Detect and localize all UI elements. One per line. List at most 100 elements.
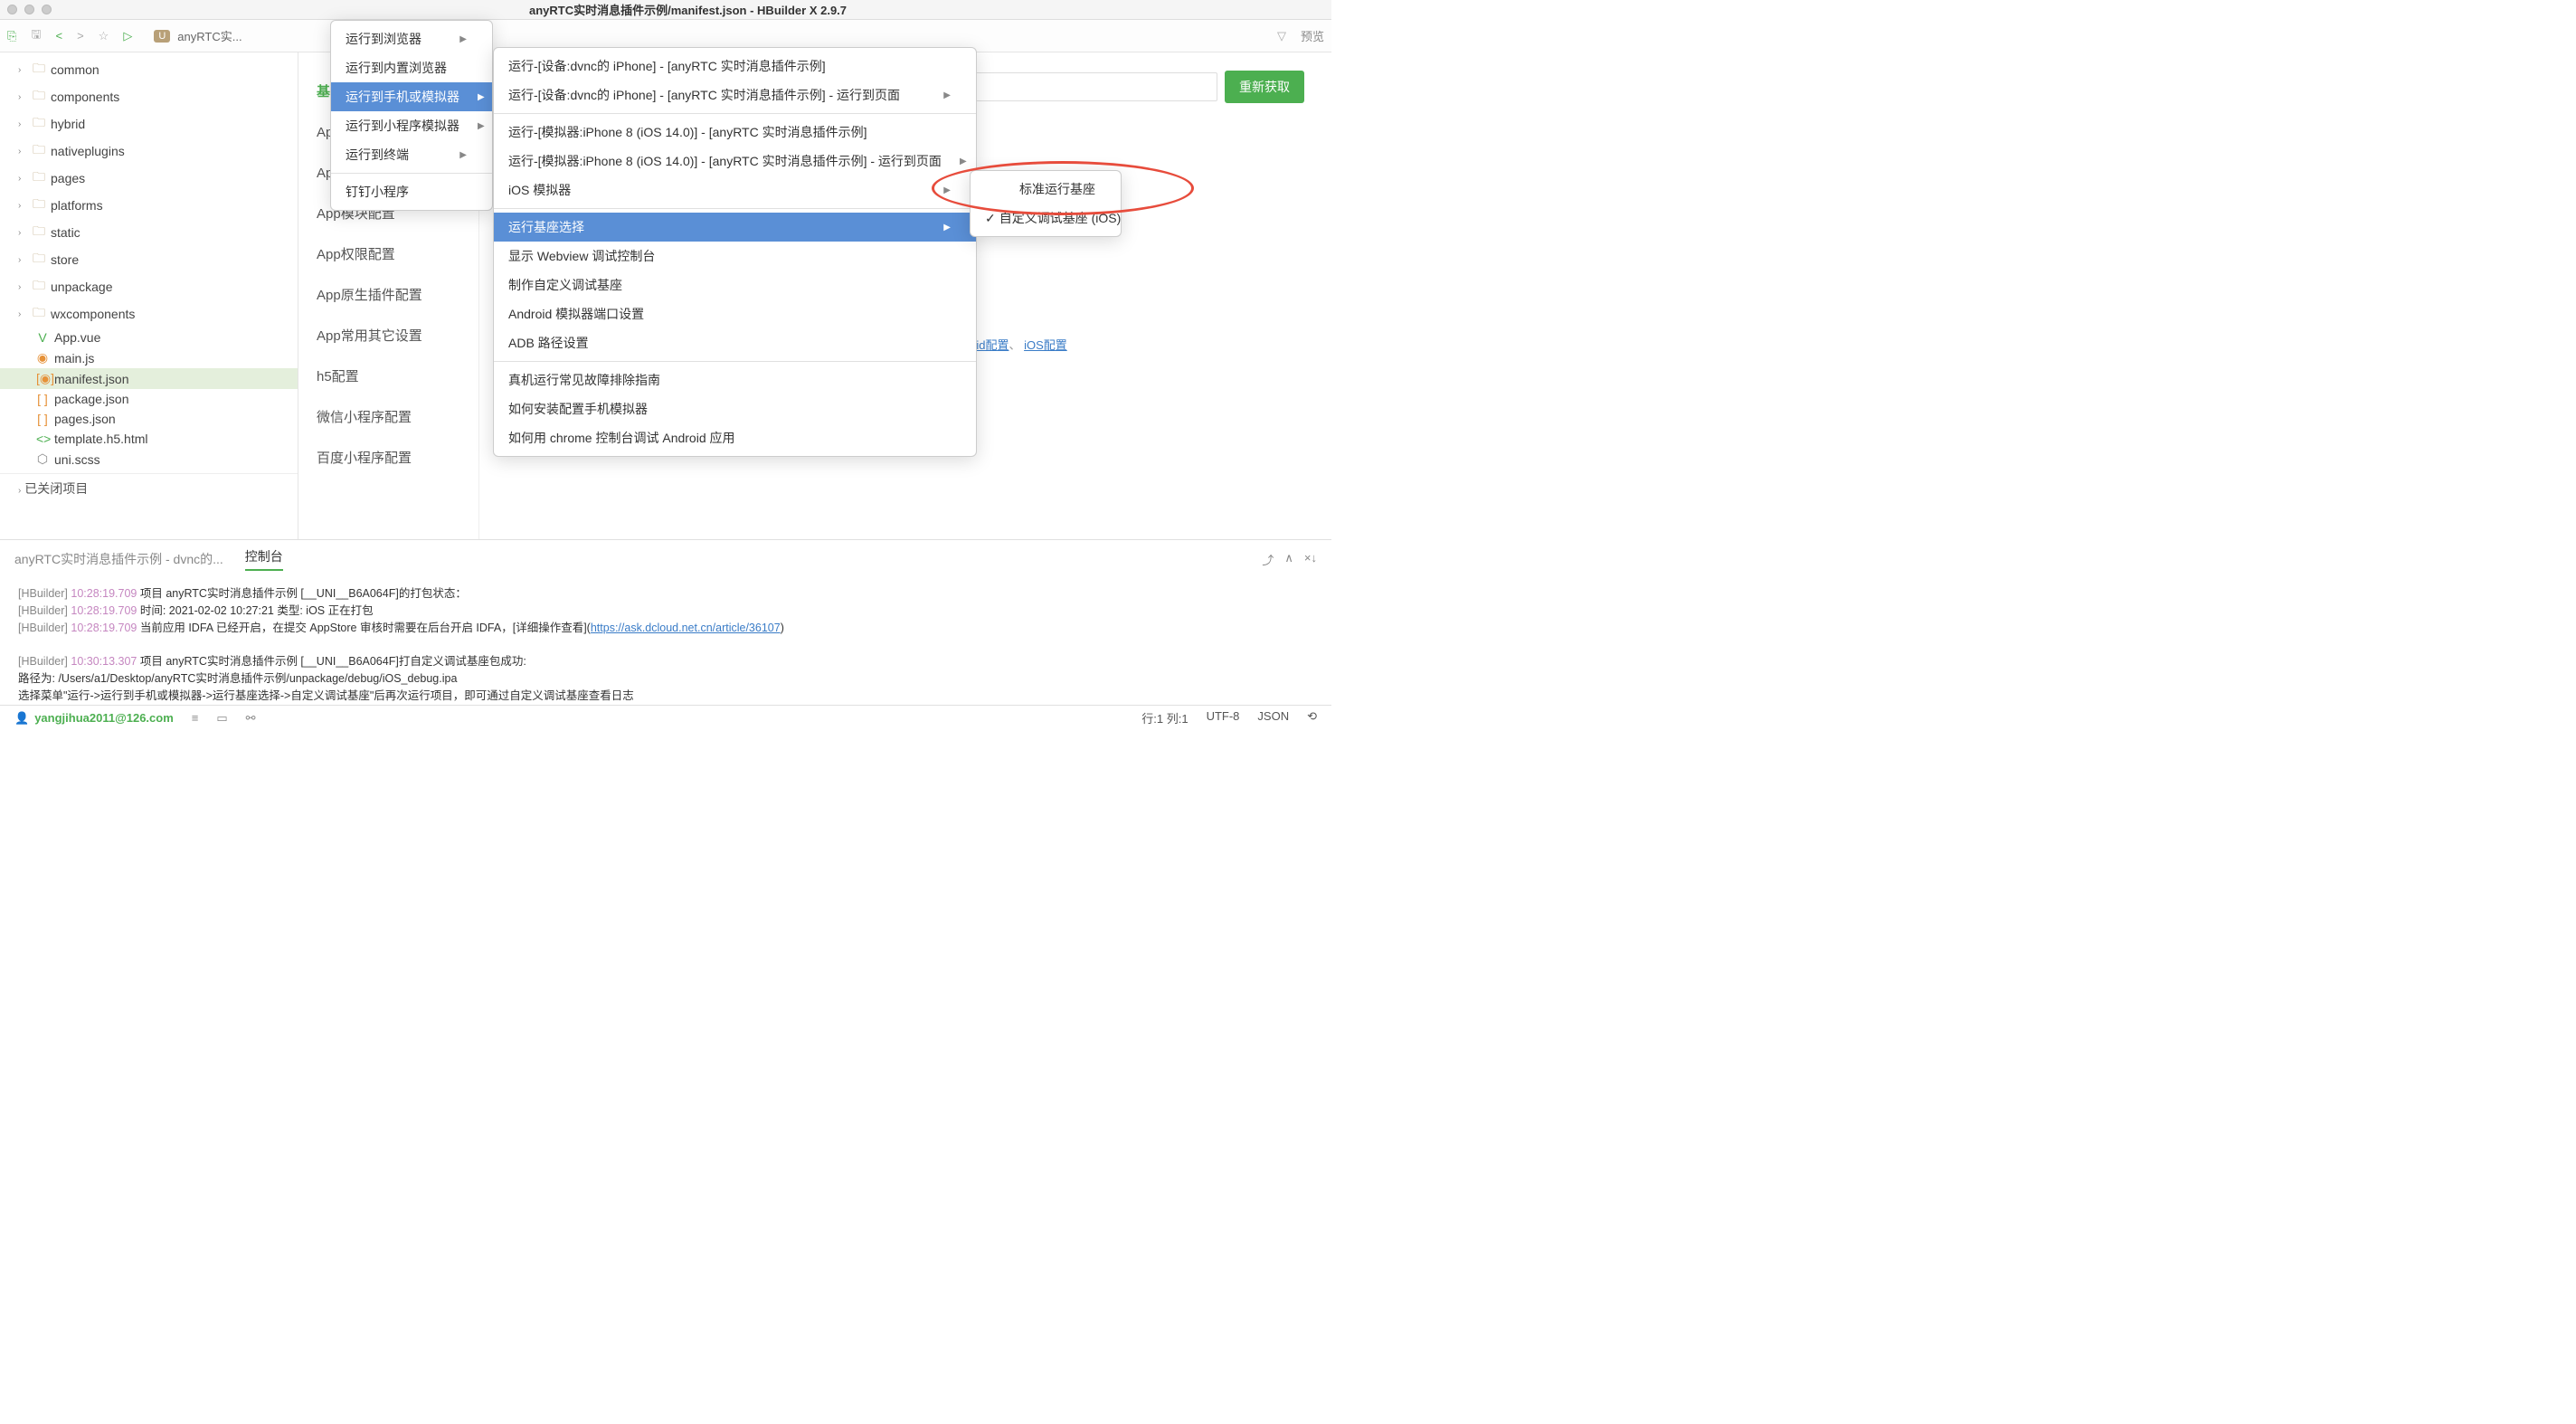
file-icon: ⬡ <box>36 451 49 467</box>
status-bar: 👤 yangjihua2011@126.com ≡ ▭ ⚯ 行:1 列:1 UT… <box>0 705 1331 730</box>
folder-components[interactable]: ›🗀components <box>0 83 298 110</box>
menu-item[interactable]: 运行-[模拟器:iPhone 8 (iOS 14.0)] - [anyRTC 实… <box>494 147 976 176</box>
refresh-button[interactable]: 重新获取 <box>1225 71 1304 103</box>
menu-item[interactable]: 显示 Webview 调试控制台 <box>494 242 976 271</box>
encoding[interactable]: UTF-8 <box>1207 709 1240 726</box>
minimize-circle-icon[interactable] <box>24 5 34 14</box>
chevron-right-icon: ▶ <box>943 223 951 233</box>
folder-icon: 🗀 <box>33 222 45 243</box>
save-icon[interactable]: 🖫 <box>31 26 41 46</box>
folder-static[interactable]: ›🗀static <box>0 219 298 246</box>
file-icon: [◉] <box>36 371 49 386</box>
check-icon: ✓ <box>985 211 996 226</box>
folder-wxcomponents[interactable]: ›🗀wxcomponents <box>0 300 298 328</box>
terminal-icon[interactable]: ▭ <box>216 711 227 726</box>
folder-icon: 🗀 <box>33 140 45 162</box>
config-nav-item[interactable]: App常用其它设置 <box>298 315 478 356</box>
folder-store[interactable]: ›🗀store <box>0 246 298 273</box>
window-title: anyRTC实时消息插件示例/manifest.json - HBuilder … <box>52 1 1324 18</box>
tab-running[interactable]: anyRTC实时消息插件示例 - dvnc的... <box>14 550 223 568</box>
folder-icon: 🗀 <box>33 113 45 135</box>
menu-item[interactable]: 制作自定义调试基座 <box>494 271 976 299</box>
list-icon[interactable]: ≡ <box>192 711 199 725</box>
breadcrumb: U anyRTC实... <box>147 25 1263 47</box>
user-icon: 👤 <box>14 711 29 726</box>
filter-icon[interactable]: ▽ <box>1277 29 1286 43</box>
chevron-right-icon: ▶ <box>960 157 967 166</box>
file-icon: V <box>36 330 49 345</box>
menu-item[interactable]: 标准运行基座 <box>971 175 1121 204</box>
link-icon[interactable]: ⚯ <box>246 711 256 726</box>
config-nav-item[interactable]: App原生插件配置 <box>298 274 478 315</box>
menu-item[interactable]: 运行到小程序模拟器▶ <box>331 111 492 140</box>
menu-item[interactable]: 运行-[设备:dvnc的 iPhone] - [anyRTC 实时消息插件示例] <box>494 52 976 81</box>
file-template.h5.html[interactable]: <>template.h5.html <box>0 429 298 449</box>
folder-platforms[interactable]: ›🗀platforms <box>0 192 298 219</box>
folder-icon: 🗀 <box>33 195 45 216</box>
export-icon[interactable]: ⤴ <box>1262 551 1274 568</box>
menu-item[interactable]: 运行-[模拟器:iPhone 8 (iOS 14.0)] - [anyRTC 实… <box>494 118 976 147</box>
file-manifest.json[interactable]: [◉]manifest.json <box>0 368 298 389</box>
new-file-icon[interactable]: ⎘ <box>7 29 16 43</box>
folder-icon: 🗀 <box>33 303 45 325</box>
menu-item[interactable]: 运行基座选择▶ <box>494 213 976 242</box>
folder-icon: 🗀 <box>33 59 45 81</box>
menu-item[interactable]: 运行到内置浏览器 <box>331 53 492 82</box>
forward-icon[interactable]: > <box>77 29 84 43</box>
menu-item[interactable]: iOS 模拟器▶ <box>494 176 976 204</box>
config-nav-item[interactable]: 微信小程序配置 <box>298 396 478 437</box>
console-link-1[interactable]: https://ask.dcloud.net.cn/article/36107 <box>591 622 781 634</box>
cursor-position: 行:1 列:1 <box>1141 709 1188 726</box>
menu-item[interactable]: 如何安装配置手机模拟器 <box>494 394 976 423</box>
menu-item[interactable]: ✓自定义调试基座 (iOS) <box>971 204 1121 233</box>
collapse-icon[interactable]: ∧ <box>1284 551 1293 568</box>
project-badge: U <box>154 30 170 43</box>
menu-item[interactable]: 运行-[设备:dvnc的 iPhone] - [anyRTC 实时消息插件示例]… <box>494 81 976 109</box>
menu-item[interactable]: Android 模拟器端口设置 <box>494 299 976 328</box>
file-uni.scss[interactable]: ⬡uni.scss <box>0 449 298 470</box>
file-explorer: ›🗀common›🗀components›🗀hybrid›🗀nativeplug… <box>0 52 298 539</box>
console-output: [HBuilder] 10:28:19.709 项目 anyRTC实时消息插件示… <box>0 578 1331 705</box>
config-nav-item[interactable]: App权限配置 <box>298 233 478 274</box>
chevron-right-icon: ▶ <box>478 92 485 102</box>
run-icon[interactable]: ▷ <box>123 29 132 43</box>
ios-config-link-2[interactable]: iOS配置 <box>1024 338 1067 352</box>
maximize-circle-icon[interactable] <box>42 5 52 14</box>
star-icon[interactable]: ☆ <box>99 29 109 43</box>
config-nav-item[interactable]: 百度小程序配置 <box>298 437 478 478</box>
device-submenu: 运行-[设备:dvnc的 iPhone] - [anyRTC 实时消息插件示例]… <box>493 47 977 457</box>
status-user[interactable]: 👤 yangjihua2011@126.com <box>14 711 174 726</box>
folder-pages[interactable]: ›🗀pages <box>0 165 298 192</box>
menu-item[interactable]: ADB 路径设置 <box>494 328 976 357</box>
folder-nativeplugins[interactable]: ›🗀nativeplugins <box>0 138 298 165</box>
folder-unpackage[interactable]: ›🗀unpackage <box>0 273 298 300</box>
preview-button[interactable]: 预览 <box>1301 27 1324 44</box>
menu-item[interactable]: 运行到终端▶ <box>331 140 492 169</box>
config-nav-item[interactable]: h5配置 <box>298 356 478 396</box>
close-circle-icon[interactable] <box>7 5 17 14</box>
file-icon: [ ] <box>36 392 49 406</box>
menu-item[interactable]: 钉钉小程序 <box>331 177 492 206</box>
language-mode[interactable]: JSON <box>1257 709 1289 726</box>
runtime-base-submenu: 标准运行基座✓自定义调试基座 (iOS) <box>970 170 1122 237</box>
sync-icon[interactable]: ⟲ <box>1307 709 1317 726</box>
breadcrumb-project: anyRTC实... <box>177 27 242 44</box>
menu-item[interactable]: 如何用 chrome 控制台调试 Android 应用 <box>494 423 976 452</box>
menu-item[interactable]: 运行到浏览器▶ <box>331 24 492 53</box>
menu-item[interactable]: 真机运行常见故障排除指南 <box>494 365 976 394</box>
folder-hybrid[interactable]: ›🗀hybrid <box>0 110 298 138</box>
closed-projects[interactable]: › 已关闭项目 <box>0 473 298 503</box>
chevron-right-icon: ▶ <box>459 150 467 160</box>
menu-item[interactable]: 运行到手机或模拟器▶ <box>331 82 492 111</box>
file-pages.json[interactable]: [ ]pages.json <box>0 409 298 429</box>
file-icon: ◉ <box>36 350 49 365</box>
tab-console[interactable]: 控制台 <box>245 547 283 571</box>
wrap-icon[interactable]: ×↓ <box>1304 551 1317 568</box>
back-icon[interactable]: < <box>55 29 62 43</box>
file-package.json[interactable]: [ ]package.json <box>0 389 298 409</box>
file-App.vue[interactable]: VApp.vue <box>0 328 298 347</box>
chevron-right-icon: ▶ <box>943 90 951 100</box>
folder-common[interactable]: ›🗀common <box>0 56 298 83</box>
file-main.js[interactable]: ◉main.js <box>0 347 298 368</box>
folder-icon: 🗀 <box>33 86 45 108</box>
